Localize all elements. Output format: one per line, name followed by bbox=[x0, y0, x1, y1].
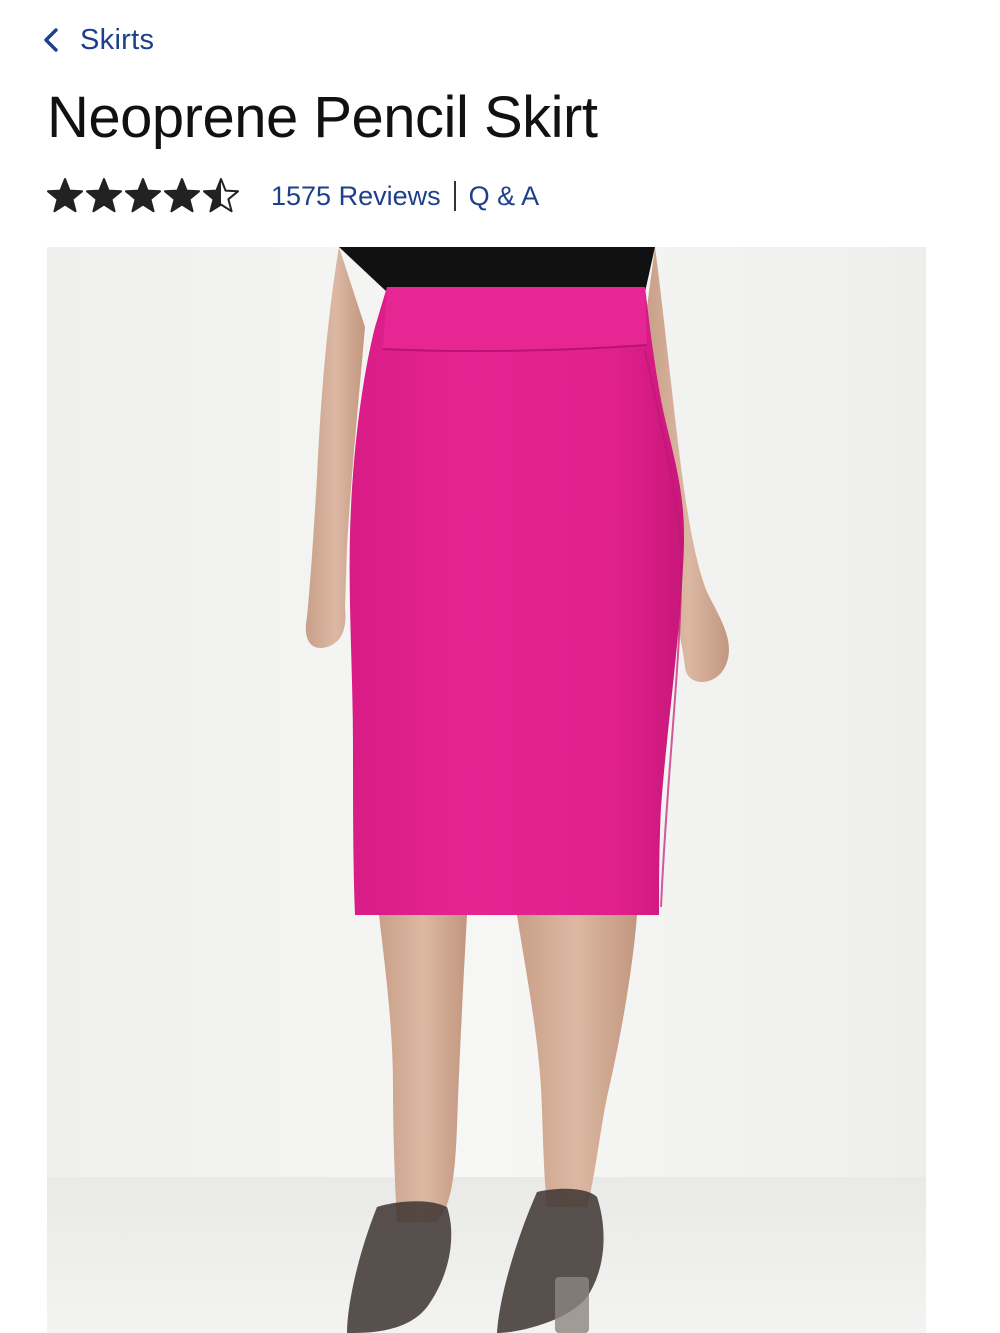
product-image[interactable] bbox=[47, 247, 926, 1333]
star-half-icon bbox=[203, 178, 239, 213]
star-full-icon bbox=[86, 178, 122, 213]
star-rating[interactable] bbox=[46, 177, 241, 215]
star-full-icon bbox=[47, 178, 83, 213]
back-link-label: Skirts bbox=[80, 23, 155, 56]
back-link-skirts[interactable]: Skirts bbox=[40, 18, 154, 62]
star-full-icon bbox=[125, 178, 161, 213]
reviews-link[interactable]: 1575 Reviews bbox=[271, 181, 441, 212]
chevron-left-icon bbox=[40, 25, 62, 55]
product-photo bbox=[47, 247, 926, 1333]
product-title: Neoprene Pencil Skirt bbox=[47, 85, 598, 150]
rating-row: 1575 Reviews Q & A bbox=[46, 174, 539, 218]
separator bbox=[453, 181, 456, 211]
qa-link[interactable]: Q & A bbox=[469, 181, 540, 212]
star-full-icon bbox=[164, 178, 200, 213]
